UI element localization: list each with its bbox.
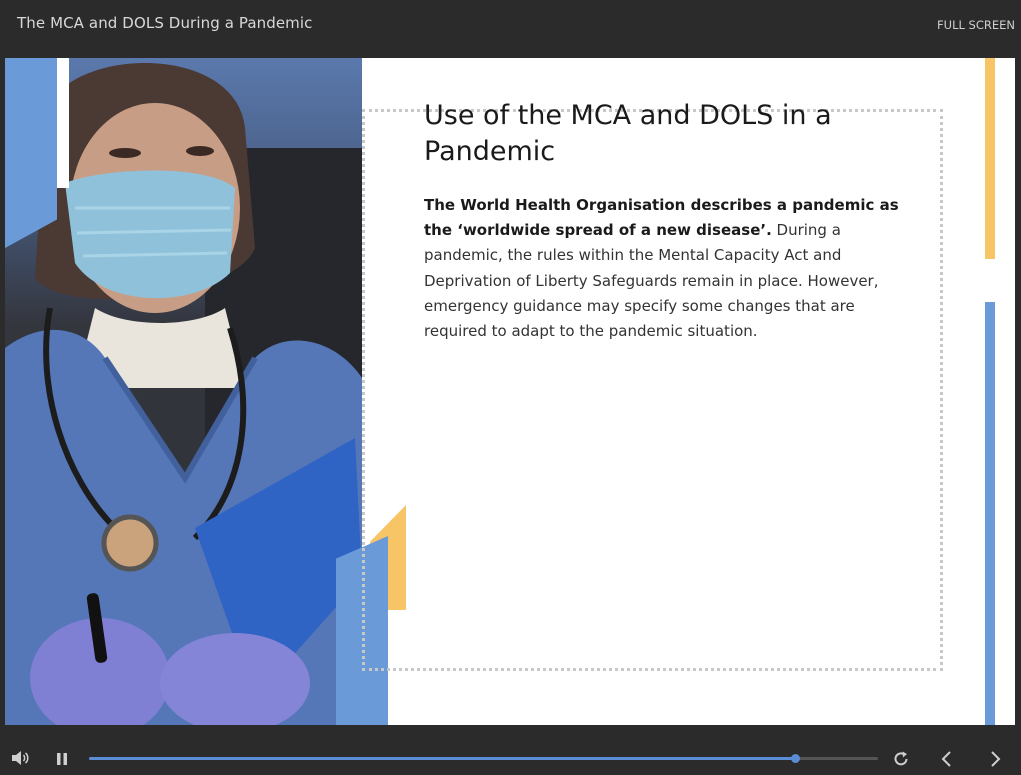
pause-icon[interactable] — [56, 751, 68, 765]
chevron-right-icon[interactable] — [988, 750, 1002, 768]
accent-white-strip-left — [57, 58, 69, 188]
progress-handle[interactable] — [791, 754, 801, 763]
course-title: The MCA and DOLS During a Pandemic — [17, 14, 313, 32]
slide-body: The World Health Organisation describes … — [424, 193, 914, 344]
player-header: The MCA and DOLS During a Pandemic FULL … — [0, 0, 1021, 58]
slide-heading: Use of the MCA and DOLS in a Pandemic — [424, 100, 832, 167]
volume-icon[interactable] — [11, 749, 31, 767]
player-controls — [0, 725, 1021, 775]
fullscreen-button[interactable]: FULL SCREEN — [937, 18, 1015, 32]
accent-yellow-bar-right — [985, 58, 995, 259]
replay-icon[interactable] — [892, 750, 910, 768]
accent-blue-bar-right — [985, 302, 995, 725]
progress-bar[interactable] — [89, 754, 878, 763]
chevron-left-icon[interactable] — [940, 750, 954, 768]
accent-blue-strip-left — [5, 58, 57, 248]
progress-fill — [89, 757, 796, 760]
